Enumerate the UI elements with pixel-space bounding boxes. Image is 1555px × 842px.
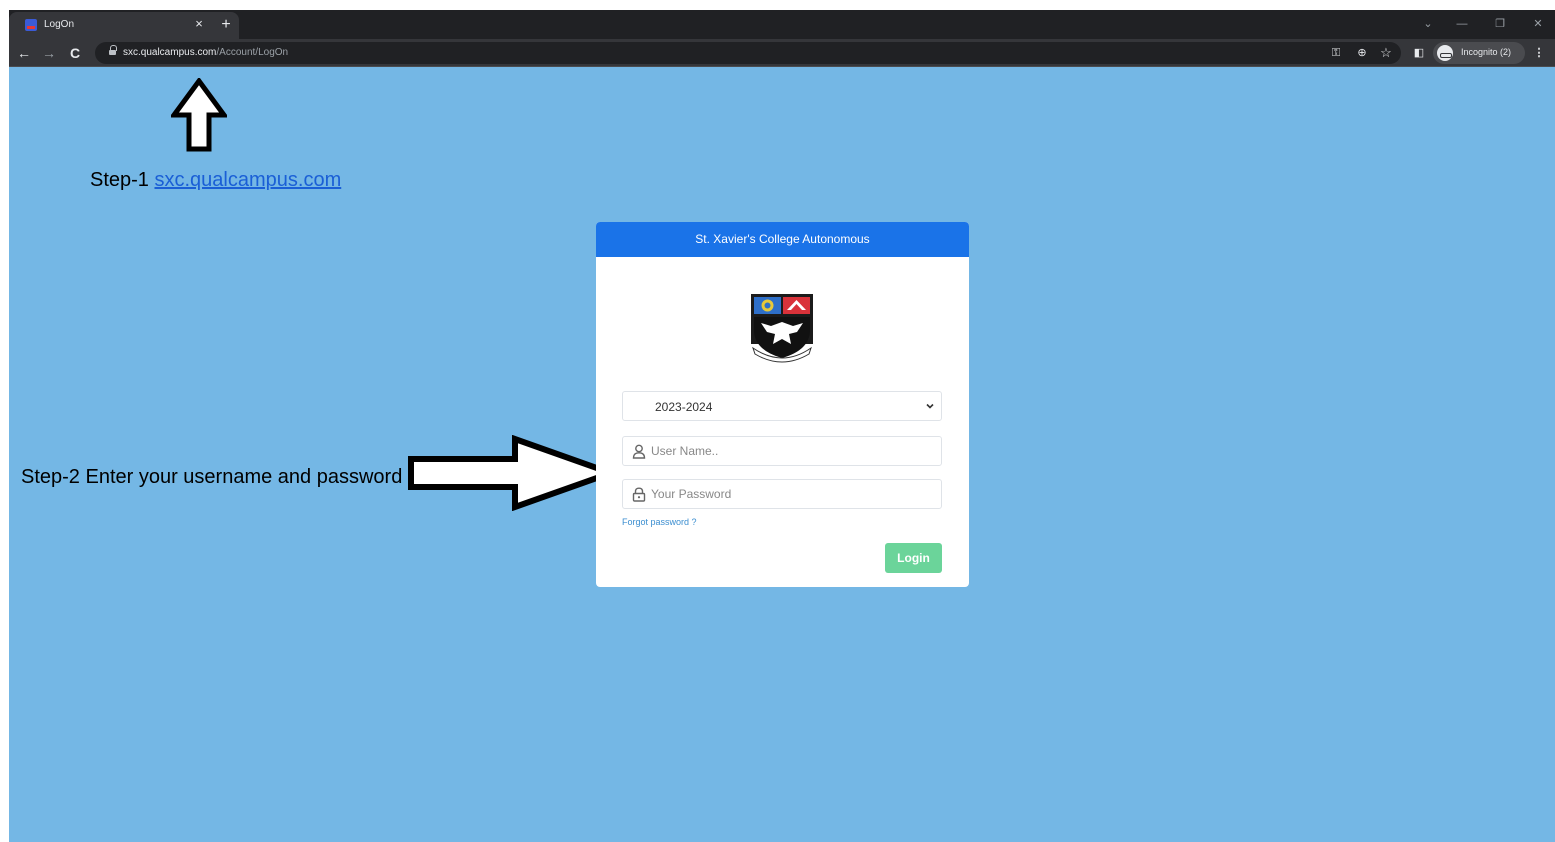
tab-close-icon[interactable]: × xyxy=(191,16,207,32)
side-panel-icon[interactable]: ◧ xyxy=(1410,44,1428,62)
qualcampus-favicon-icon xyxy=(25,19,37,31)
step1-annotation: Step-1 sxc.qualcampus.com xyxy=(90,169,341,192)
incognito-icon xyxy=(1437,45,1453,61)
incognito-label: Incognito (2) xyxy=(1461,47,1512,57)
step2-annotation: Step-2 Enter your username and password xyxy=(21,466,403,488)
tab-search-icon[interactable]: ⌄ xyxy=(1419,16,1437,32)
right-arrow-icon xyxy=(408,435,617,511)
window-close-icon[interactable]: ✕ xyxy=(1529,16,1547,32)
zoom-icon[interactable]: ⊕ xyxy=(1353,44,1371,62)
step1-link[interactable]: sxc.qualcampus.com xyxy=(154,169,341,191)
reload-icon[interactable]: C xyxy=(66,44,84,62)
menu-kebab-icon[interactable]: ⋮ xyxy=(1530,44,1548,62)
tab-strip: LogOn × + ⌄ — ❐ ✕ xyxy=(9,10,1555,39)
browser-window: LogOn × + ⌄ — ❐ ✕ ← → C sxc.qualcampus.c… xyxy=(9,10,1555,842)
up-arrow-icon xyxy=(171,78,227,152)
password-field[interactable] xyxy=(622,479,942,509)
forgot-password-link[interactable]: Forgot password ? xyxy=(622,517,697,527)
college-crest-icon xyxy=(751,294,813,363)
chevron-down-icon xyxy=(926,403,934,409)
new-tab-icon[interactable]: + xyxy=(217,16,235,34)
address-bar[interactable]: sxc.qualcampus.com/Account/LogOn xyxy=(95,42,1401,64)
academic-year-value: 2023-2024 xyxy=(655,400,713,414)
restore-icon[interactable]: ❐ xyxy=(1491,16,1509,32)
browser-toolbar: ← → C sxc.qualcampus.com/Account/LogOn ⚿… xyxy=(9,39,1555,67)
incognito-profile-button[interactable]: Incognito (2) xyxy=(1433,42,1525,64)
college-name-header: St. Xavier's College Autonomous xyxy=(596,222,969,257)
lock-icon[interactable] xyxy=(109,45,117,56)
bookmark-star-icon[interactable]: ☆ xyxy=(1377,44,1395,62)
step1-prefix: Step-1 xyxy=(90,169,155,191)
back-icon[interactable]: ← xyxy=(15,44,33,62)
login-card: St. Xavier's College Autonomous 2023-202… xyxy=(596,222,969,587)
key-icon[interactable]: ⚿ xyxy=(1327,44,1345,62)
padlock-icon xyxy=(632,487,646,502)
academic-year-select[interactable]: 2023-2024 xyxy=(622,391,942,421)
password-input[interactable] xyxy=(651,484,931,504)
username-input[interactable] xyxy=(651,441,931,461)
tab-title: LogOn xyxy=(44,19,75,30)
user-icon xyxy=(632,444,646,459)
username-field[interactable] xyxy=(622,436,942,466)
forward-icon[interactable]: → xyxy=(40,44,58,62)
url-text[interactable]: sxc.qualcampus.com/Account/LogOn xyxy=(123,47,288,58)
minimize-icon[interactable]: — xyxy=(1453,16,1471,32)
login-button[interactable]: Login xyxy=(885,543,942,573)
tab-logon[interactable]: LogOn × + xyxy=(9,12,239,39)
